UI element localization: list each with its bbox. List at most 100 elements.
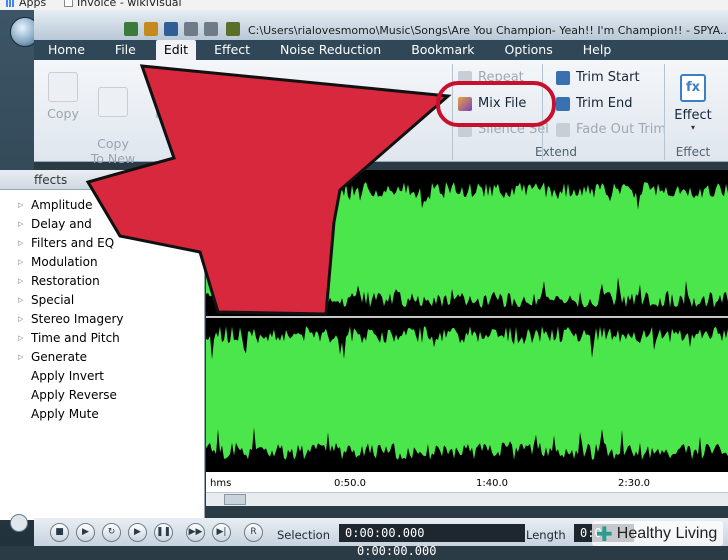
time-tick-label: 0:50.0 [334, 478, 366, 489]
menu-options[interactable]: Options [491, 40, 569, 60]
apps-grid-icon [6, 0, 15, 7]
tree-item-label: Restoration [31, 274, 100, 288]
effect-delay[interactable]: ▷ Delay and [0, 215, 204, 234]
effect-restoration[interactable]: ▷ Restoration [0, 272, 204, 291]
menu-file[interactable]: File [101, 40, 152, 60]
effect-group-label: Effect [675, 145, 711, 159]
selection-end-time: 0:00:00.000 [357, 544, 437, 558]
selection-start-time: 0:00:00.000 [345, 526, 425, 540]
skip-end-button[interactable]: ▶| [212, 523, 231, 542]
copy-to-new-button[interactable]: Copy To New [88, 72, 138, 166]
effect-icon: fx [680, 74, 706, 102]
trim-end-button[interactable]: Trim End [556, 96, 633, 111]
copy-icon [48, 72, 78, 102]
effect-modulation[interactable]: ▷ Modulation [0, 253, 204, 272]
chevron-down-icon: ▾ [690, 123, 695, 132]
length-label: Length [526, 528, 566, 542]
group-separator [664, 64, 665, 160]
effect-special[interactable]: ▷ Special [0, 291, 204, 310]
ribbon: Copy Copy To New Paste Repeat Mix File S… [34, 60, 728, 166]
extend-group-label: Extend [535, 145, 577, 159]
effect-generate[interactable]: ▷ Generate [0, 348, 204, 367]
time-tick-label: 1:40.0 [476, 478, 508, 489]
plus-icon: ✚ [596, 521, 613, 546]
scrollbar-thumb[interactable] [224, 494, 246, 505]
copy-label: Copy [47, 106, 79, 121]
fade-out-trim-button[interactable]: Fade Out Trim [556, 122, 666, 137]
waveform-view[interactable] [206, 170, 728, 480]
horizontal-scrollbar[interactable] [206, 492, 728, 506]
effect-amplitude[interactable]: ▷ Amplitude [0, 196, 204, 215]
waveform-display [206, 182, 728, 460]
window-title: C:\Users\rialovesmomo\Music\Songs\Are Yo… [248, 24, 728, 37]
tree-item-label: Apply Invert [31, 369, 104, 383]
tree-item-label: Delay and [31, 217, 92, 231]
title-bar: C:\Users\rialovesmomo\Music\Songs\Are Yo… [34, 10, 728, 40]
expand-icon[interactable]: ▷ [18, 202, 25, 209]
redo-icon[interactable] [204, 22, 218, 36]
menu-edit[interactable]: Edit [155, 40, 197, 60]
expand-icon[interactable]: ▷ [18, 259, 25, 266]
expand-icon[interactable]: ▷ [18, 354, 25, 361]
fade-out-trim-icon [556, 122, 570, 137]
effect-time-pitch[interactable]: ▷ Time and Pitch [0, 329, 204, 348]
save-icon[interactable] [164, 22, 178, 36]
effect-apply-reverse[interactable]: Apply Reverse [0, 386, 204, 405]
bookmark-apps[interactable]: Apps [6, 0, 46, 9]
menu-bookmark[interactable]: Bookmark [397, 40, 490, 60]
copy-button[interactable]: Copy [40, 72, 86, 121]
open-icon[interactable] [144, 22, 158, 36]
effect-stereo-imagery[interactable]: ▷ Stereo Imagery [0, 310, 204, 329]
play-selection-button[interactable]: ▶ [128, 523, 147, 542]
waveform-channel-right [206, 326, 728, 460]
menu-home[interactable]: Home [34, 40, 101, 60]
record-button[interactable]: R [244, 523, 263, 542]
paste-button[interactable]: Paste [152, 72, 192, 121]
effect-apply-invert[interactable]: Apply Invert [0, 367, 204, 386]
expand-icon[interactable]: ▷ [18, 278, 25, 285]
effect-apply-mute[interactable]: Apply Mute [0, 405, 204, 424]
bookmark-invoice[interactable]: Invoice - wikiVisual [64, 0, 182, 9]
copy-to-new-icon [98, 87, 128, 117]
watermark-text: Healthy Living [616, 524, 718, 542]
tree-item-label: Amplitude [31, 198, 93, 212]
menu-help[interactable]: Help [569, 40, 628, 60]
undo-icon[interactable] [184, 22, 198, 36]
bookmark-invoice-label: Invoice - wikiVisual [77, 0, 182, 9]
expand-icon[interactable]: ▷ [18, 240, 25, 247]
expand-icon[interactable]: ▷ [18, 297, 25, 304]
tree-item-label: Generate [31, 350, 88, 364]
loop-button[interactable]: ↻ [102, 523, 121, 542]
trim-start-button[interactable]: Trim Start [556, 70, 640, 85]
menu-noise-reduction[interactable]: Noise Reduction [266, 40, 397, 60]
tree-item-label: Filters and EQ [31, 236, 115, 250]
trim-start-label: Trim Start [576, 70, 640, 85]
menu-effect[interactable]: Effect [200, 40, 266, 60]
pause-button[interactable]: ❚❚ [154, 523, 173, 542]
bookmark-apps-label: Apps [19, 0, 47, 9]
time-ruler[interactable]: hms 0:50.0 1:40.0 2:30.0 [206, 472, 728, 492]
tree-item-label: Apply Mute [31, 407, 99, 421]
stop-button[interactable]: ■ [50, 523, 69, 542]
wiki-page-icon [64, 0, 73, 7]
expand-icon[interactable]: ▷ [18, 335, 25, 342]
effect-filters-eq[interactable]: ▷ Filters and EQ [0, 234, 204, 253]
selection-label: Selection [277, 528, 330, 542]
panel-toggle-icon[interactable] [10, 514, 28, 532]
expand-icon[interactable]: ▷ [18, 221, 25, 228]
tree-item-label: Time and Pitch [31, 331, 120, 345]
waveform-channel-left [206, 182, 728, 308]
effects-panel-header: ffects [0, 170, 204, 190]
paste-label: Paste [155, 106, 189, 121]
time-tick-label: 2:30.0 [618, 478, 650, 489]
new-icon[interactable] [124, 22, 138, 36]
forward-button[interactable]: ▶▶ [186, 523, 205, 542]
expand-icon[interactable]: ▷ [18, 316, 25, 323]
effect-button-label: Effect [674, 108, 712, 123]
time-unit-label: hms [210, 478, 232, 489]
play-button[interactable]: ▶ [76, 523, 95, 542]
menu-bar: Home File Edit Effect Noise Reduction Bo… [34, 40, 728, 60]
trim-start-icon [556, 70, 570, 85]
selection-time-display: 0:00:00.000 0:00:00.000 [339, 524, 525, 558]
effects-tree: ▷ Amplitude ▷ Delay and ▷ Filters and EQ ▷ M… [0, 196, 204, 424]
